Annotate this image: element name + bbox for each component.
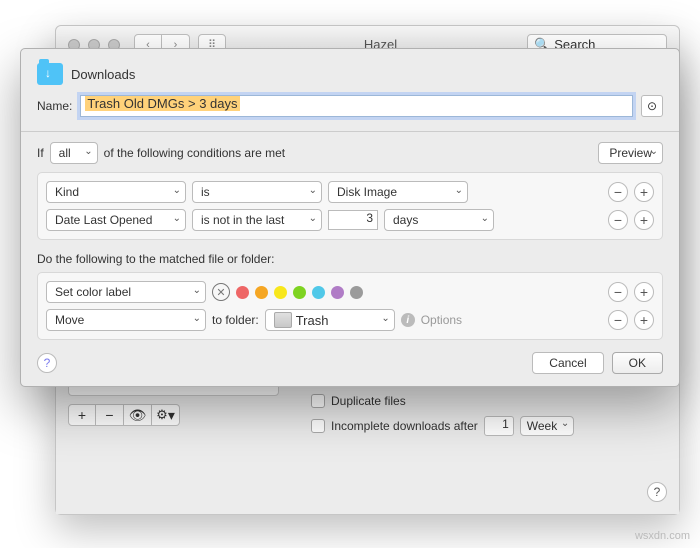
sheet-footer: ? Cancel OK	[37, 352, 663, 374]
conditions-header: If all of the following conditions are m…	[37, 142, 663, 164]
conditions-box: Kind is Disk Image − + Date Last Opened …	[37, 172, 663, 240]
rule-editor-sheet: Downloads Name: Trash Old DMGs > 3 days …	[20, 48, 680, 387]
cond1-op-select[interactable]: is	[192, 181, 322, 203]
condition-row-2: Date Last Opened is not in the last 3 da…	[46, 209, 654, 231]
trash-icon	[274, 312, 292, 328]
rule-name-row: Name: Trash Old DMGs > 3 days ⊙	[37, 95, 663, 117]
separator	[21, 131, 679, 132]
action2-type-select[interactable]: Move	[46, 309, 206, 331]
incomplete-number-field[interactable]: 1	[484, 416, 514, 436]
cond1-attr-select[interactable]: Kind	[46, 181, 186, 203]
cond1-remove-button[interactable]: −	[608, 182, 628, 202]
to-folder-label: to folder:	[212, 313, 259, 327]
folder-list-buttons: + − 👁 ⚙︎▾	[68, 404, 279, 426]
action-row-color: Set color label ✕ − +	[46, 281, 654, 303]
downloads-folder-icon	[37, 63, 63, 85]
incomplete-downloads-label: Incomplete downloads after	[331, 419, 478, 433]
actions-box: Set color label ✕ − + Move to folder: Tr…	[37, 272, 663, 340]
clear-color-button[interactable]: ✕	[212, 283, 230, 301]
color-labels	[236, 286, 363, 299]
folder-options-button[interactable]: ⚙︎▾	[152, 404, 180, 426]
incomplete-unit-select[interactable]: Week	[520, 416, 574, 436]
options-label[interactable]: Options	[421, 313, 462, 327]
action2-add-button[interactable]: +	[634, 310, 654, 330]
cond1-value-select[interactable]: Disk Image	[328, 181, 468, 203]
cond2-attr-select[interactable]: Date Last Opened	[46, 209, 186, 231]
action1-type-select[interactable]: Set color label	[46, 281, 206, 303]
if-label: If	[37, 146, 44, 160]
if-quantifier-select[interactable]: all	[50, 142, 98, 164]
condition-row-1: Kind is Disk Image − +	[46, 181, 654, 203]
color-purple[interactable]	[331, 286, 344, 299]
action1-add-button[interactable]: +	[634, 282, 654, 302]
sheet-header: Downloads	[37, 63, 663, 85]
if-suffix: of the following conditions are met	[104, 146, 285, 160]
add-folder-button[interactable]: +	[68, 404, 96, 426]
action2-remove-button[interactable]: −	[608, 310, 628, 330]
remove-folder-button[interactable]: −	[96, 404, 124, 426]
info-icon[interactable]: i	[401, 313, 415, 327]
watermark: wsxdn.com	[635, 530, 690, 542]
cancel-button[interactable]: Cancel	[532, 352, 603, 374]
action-row-move: Move to folder: Trash i Options − +	[46, 309, 654, 331]
action2-dest-select[interactable]: Trash	[265, 309, 395, 331]
help-button[interactable]: ?	[647, 482, 667, 502]
action1-remove-button[interactable]: −	[608, 282, 628, 302]
color-orange[interactable]	[255, 286, 268, 299]
rule-name-input[interactable]: Trash Old DMGs > 3 days	[80, 95, 633, 117]
duplicate-files-label: Duplicate files	[331, 394, 406, 408]
preview-button[interactable]: Preview	[598, 142, 663, 164]
folder-name: Downloads	[71, 67, 135, 82]
cond2-unit-select[interactable]: days	[384, 209, 494, 231]
cond2-add-button[interactable]: +	[634, 210, 654, 230]
name-label: Name:	[37, 99, 72, 113]
color-blue[interactable]	[312, 286, 325, 299]
color-green[interactable]	[293, 286, 306, 299]
cond2-value-input[interactable]: 3	[328, 210, 378, 230]
duplicate-files-row: Duplicate files	[311, 394, 659, 408]
color-yellow[interactable]	[274, 286, 287, 299]
cond2-remove-button[interactable]: −	[608, 210, 628, 230]
actions-label: Do the following to the matched file or …	[37, 252, 663, 266]
incomplete-downloads-row: Incomplete downloads after 1 Week	[311, 416, 659, 436]
preview-folder-button[interactable]: 👁	[124, 404, 152, 426]
duplicate-files-checkbox[interactable]	[311, 394, 325, 408]
cond2-op-select[interactable]: is not in the last	[192, 209, 322, 231]
sheet-help-button[interactable]: ?	[37, 353, 57, 373]
ok-button[interactable]: OK	[612, 352, 663, 374]
color-gray[interactable]	[350, 286, 363, 299]
incomplete-downloads-checkbox[interactable]	[311, 419, 325, 433]
cond1-add-button[interactable]: +	[634, 182, 654, 202]
load-rule-button[interactable]: ⊙	[641, 95, 663, 117]
color-red[interactable]	[236, 286, 249, 299]
